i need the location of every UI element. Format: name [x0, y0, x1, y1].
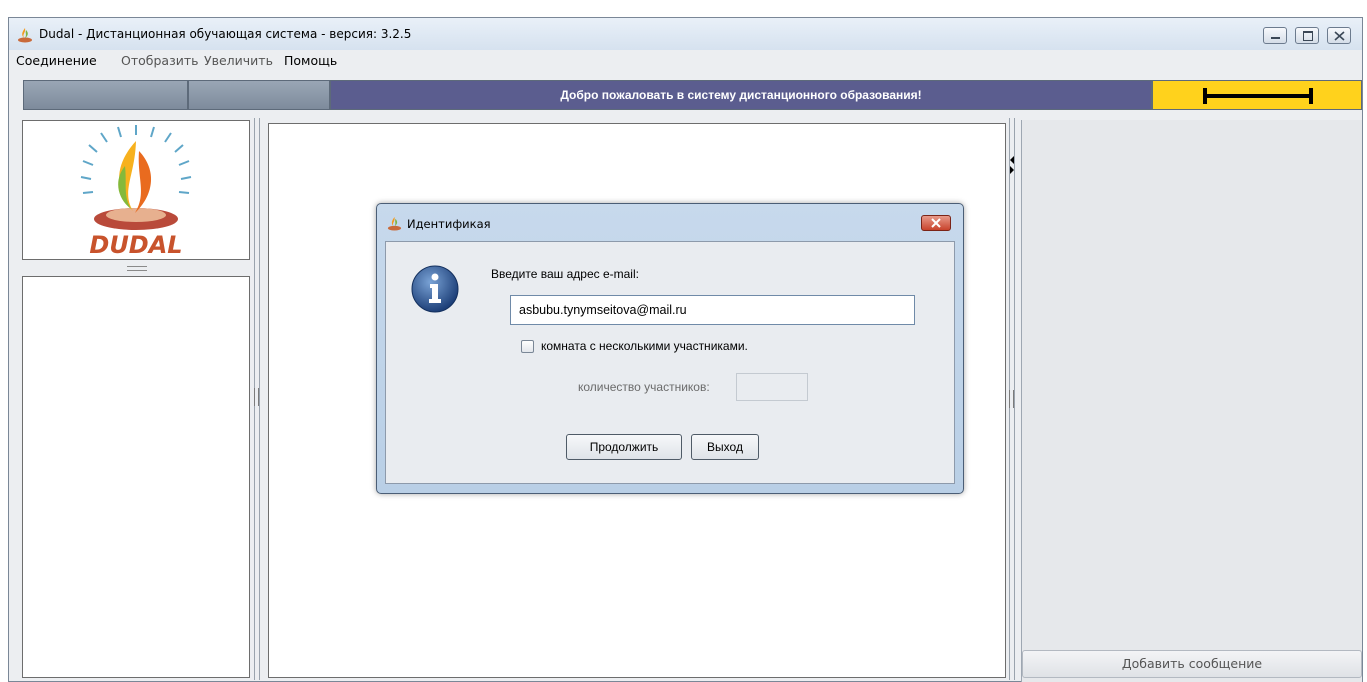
participants-count-input[interactable]: [736, 373, 808, 401]
minimize-icon: [1271, 37, 1280, 39]
add-message-button[interactable]: Добавить сообщение: [1022, 650, 1362, 678]
dialog-body: Введите ваш адрес e-mail: комната с неск…: [385, 241, 955, 484]
maximize-icon: [1303, 31, 1313, 41]
connection-indicator: [1152, 80, 1362, 110]
participants-list[interactable]: [22, 276, 250, 678]
email-prompt: Введите ваш адрес e-mail:: [491, 267, 639, 281]
left-splitter[interactable]: [254, 118, 260, 680]
horizontal-split-grip[interactable]: [127, 266, 147, 271]
status-segment-1: [23, 80, 188, 110]
maximize-button[interactable]: [1295, 27, 1319, 44]
progress-indicator-icon: [1203, 88, 1313, 104]
collapse-left-arrow-icon[interactable]: [1010, 156, 1014, 164]
menu-bar: Соединение Отобразить Увеличить Помощь: [9, 50, 1362, 70]
chat-panel: [1021, 120, 1362, 682]
dudal-flame-icon: [18, 28, 32, 43]
close-icon: [931, 218, 941, 228]
right-splitter-grip[interactable]: [1009, 390, 1014, 408]
welcome-text: Добро пожаловать в систему дистанционног…: [560, 88, 922, 102]
email-input[interactable]: [510, 295, 915, 325]
left-splitter-grip[interactable]: [254, 388, 259, 406]
menu-zoom[interactable]: Увеличить: [204, 53, 273, 68]
close-window-button[interactable]: [1327, 27, 1351, 44]
close-icon: [1334, 31, 1345, 41]
menu-help[interactable]: Помощь: [284, 53, 337, 68]
logo-panel: DUDAL: [22, 120, 250, 260]
status-segment-2: [188, 80, 330, 110]
welcome-banner: Добро пожаловать в систему дистанционног…: [330, 80, 1152, 110]
dudal-flame-icon: [387, 216, 402, 231]
title-bar[interactable]: Dudal - Дистанционная обучающая система …: [9, 18, 1362, 50]
dudal-logo: DUDAL: [80, 125, 192, 259]
right-splitter[interactable]: [1009, 118, 1015, 680]
window-title: Dudal - Дистанционная обучающая система …: [39, 27, 412, 41]
menu-view[interactable]: Отобразить: [121, 53, 199, 68]
identification-dialog: Идентификая Введите ваш адрес e-mail: as…: [376, 203, 964, 494]
info-icon: [411, 265, 459, 313]
multi-room-checkbox[interactable]: [521, 340, 534, 353]
logo-wordmark: DUDAL: [89, 231, 182, 259]
multi-room-label[interactable]: комната с несколькими участниками.: [541, 339, 748, 353]
menu-connection[interactable]: Соединение: [16, 53, 97, 68]
participants-count-label: количество участников:: [578, 380, 710, 394]
status-strip: Добро пожаловать в систему дистанционног…: [9, 80, 1362, 112]
continue-button[interactable]: Продолжить: [566, 434, 682, 460]
exit-button[interactable]: Выход: [691, 434, 759, 460]
dialog-close-button[interactable]: [921, 215, 951, 231]
logo-rays: [80, 125, 192, 194]
main-window: Dudal - Дистанционная обучающая система …: [8, 17, 1363, 682]
collapse-right-arrow-icon[interactable]: [1010, 166, 1014, 174]
minimize-button[interactable]: [1263, 27, 1287, 44]
dialog-title: Идентификая: [407, 217, 491, 231]
